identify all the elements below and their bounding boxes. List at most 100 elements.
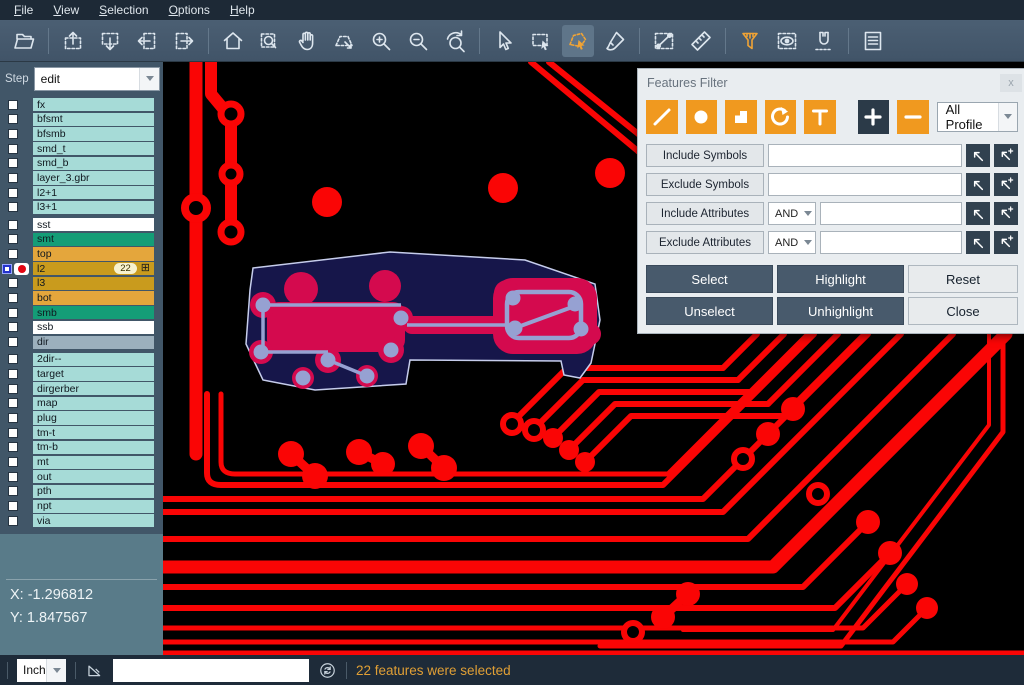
layer-checkbox[interactable] — [8, 220, 18, 230]
layer-checkbox[interactable] — [8, 202, 18, 212]
layer-checkbox[interactable] — [8, 322, 18, 332]
layer-name-cell[interactable]: bfsmt — [33, 113, 154, 126]
layer-row-pth[interactable]: pth — [0, 485, 163, 498]
exclude-minus-tool-icon[interactable] — [897, 100, 929, 134]
assign-arrow-icon[interactable] — [966, 173, 990, 196]
layer-row-tm-b[interactable]: tm-b — [0, 441, 163, 454]
layer-row-l3[interactable]: l3 — [0, 277, 163, 290]
menu-file[interactable]: File — [4, 1, 43, 19]
layer-checkbox[interactable] — [8, 337, 18, 347]
arc-tool-icon[interactable] — [765, 100, 797, 134]
include-attributes-logic-select[interactable]: AND — [768, 202, 816, 225]
step-select[interactable]: edit — [34, 67, 160, 91]
line-tool-icon[interactable] — [646, 100, 678, 134]
layer-row-dir[interactable]: dir — [0, 336, 163, 349]
layer-checkbox[interactable] — [8, 428, 18, 438]
layer-row-l2+1[interactable]: l2+1 — [0, 186, 163, 199]
layer-row-smb[interactable]: smb — [0, 306, 163, 319]
layer-name-cell[interactable]: l2+1 — [33, 186, 154, 199]
layer-checkbox[interactable] — [8, 234, 18, 244]
layer-row-smt[interactable]: smt — [0, 233, 163, 246]
select-arrow-icon[interactable] — [488, 25, 520, 57]
include-plus-tool-icon[interactable] — [858, 100, 890, 134]
layer-row-smd_b[interactable]: smd_b — [0, 157, 163, 170]
zoom-out-icon[interactable] — [402, 25, 434, 57]
layer-row-out[interactable]: out — [0, 470, 163, 483]
layer-row-l2[interactable]: l222⊞ — [0, 262, 163, 275]
layer-row-ssb[interactable]: ssb — [0, 321, 163, 334]
reset-button[interactable]: Reset — [908, 265, 1018, 293]
layer-checkbox[interactable] — [8, 173, 18, 183]
menu-options[interactable]: Options — [159, 1, 220, 19]
exclude-attributes-logic-select[interactable]: AND — [768, 231, 816, 254]
include-symbols-button[interactable]: Include Symbols — [646, 144, 764, 167]
layer-name-cell[interactable]: npt — [33, 500, 154, 513]
layer-checkbox[interactable] — [8, 369, 18, 379]
layer-name-cell[interactable]: l3 — [33, 277, 154, 290]
zoom-window-icon[interactable] — [254, 25, 286, 57]
assign-arrow-plus-icon[interactable] — [994, 231, 1018, 254]
menu-help[interactable]: Help — [220, 1, 265, 19]
feature-properties-icon[interactable] — [857, 25, 889, 57]
layer-row-plug[interactable]: plug — [0, 411, 163, 424]
layer-name-cell[interactable]: map — [33, 397, 154, 410]
layer-name-cell[interactable]: smd_b — [33, 157, 154, 170]
layer-checkbox[interactable] — [8, 486, 18, 496]
zoom-previous-icon[interactable] — [439, 25, 471, 57]
command-input[interactable] — [113, 659, 309, 682]
layer-name-cell[interactable]: tm-b — [33, 441, 154, 454]
pan-right-icon[interactable] — [168, 25, 200, 57]
exclude-attributes-input[interactable] — [820, 231, 962, 254]
text-tool-icon[interactable] — [804, 100, 836, 134]
profile-select[interactable]: All Profile — [937, 102, 1018, 132]
layer-name-cell[interactable]: via — [33, 514, 154, 527]
layer-checkbox[interactable] — [8, 114, 18, 124]
menu-selection[interactable]: Selection — [89, 1, 158, 19]
layer-checkbox[interactable] — [8, 442, 18, 452]
select-polygon-icon[interactable] — [562, 25, 594, 57]
chevron-down-icon[interactable] — [46, 659, 66, 682]
include-attributes-button[interactable]: Include Attributes — [646, 202, 764, 225]
layer-checkbox[interactable] — [8, 354, 18, 364]
layer-name-cell[interactable]: ssb — [33, 321, 154, 334]
layer-row-top[interactable]: top — [0, 247, 163, 260]
assign-arrow-plus-icon[interactable] — [994, 173, 1018, 196]
layer-row-sst[interactable]: sst — [0, 218, 163, 231]
assign-arrow-icon[interactable] — [966, 202, 990, 225]
layer-checkbox[interactable] — [8, 144, 18, 154]
layer-name-cell[interactable]: smt — [33, 233, 154, 246]
chevron-down-icon[interactable] — [139, 68, 159, 90]
layer-name-cell[interactable]: dirgerber — [33, 382, 154, 395]
grid-icon[interactable]: ⊞ — [141, 263, 150, 274]
units-select[interactable]: Inch — [17, 659, 66, 682]
measure-ruler-icon[interactable] — [685, 25, 717, 57]
layer-checkbox[interactable] — [8, 158, 18, 168]
pan-down-icon[interactable] — [94, 25, 126, 57]
layer-checkbox[interactable] — [8, 278, 18, 288]
select-rectangle-icon[interactable] — [525, 25, 557, 57]
layer-name-cell[interactable]: bfsmb — [33, 127, 154, 140]
assign-arrow-plus-icon[interactable] — [994, 144, 1018, 167]
snap-mode-icon[interactable] — [808, 25, 840, 57]
show-features-icon[interactable] — [771, 25, 803, 57]
layer-checkbox[interactable] — [8, 516, 18, 526]
unselect-button[interactable]: Unselect — [646, 297, 773, 325]
fill-brush-icon[interactable] — [599, 25, 631, 57]
active-layer-indicator[interactable] — [14, 263, 29, 275]
layer-name-cell[interactable]: layer_3.gbr — [33, 171, 154, 184]
measure-distance-icon[interactable] — [648, 25, 680, 57]
close-icon[interactable]: x — [1000, 74, 1022, 92]
layer-name-cell[interactable]: smb — [33, 306, 154, 319]
exclude-symbols-button[interactable]: Exclude Symbols — [646, 173, 764, 196]
layer-name-cell[interactable]: tm-t — [33, 426, 154, 439]
layer-name-cell[interactable]: mt — [33, 456, 154, 469]
features-filter-icon[interactable] — [734, 25, 766, 57]
close-button[interactable]: Close — [908, 297, 1018, 325]
select-button[interactable]: Select — [646, 265, 773, 293]
corner-mode-icon[interactable] — [85, 661, 104, 680]
zoom-selected-icon[interactable] — [328, 25, 360, 57]
dialog-titlebar[interactable]: Features Filter x — [638, 69, 1024, 95]
menu-view[interactable]: View — [43, 1, 89, 19]
layer-checkbox[interactable] — [8, 472, 18, 482]
layer-name-cell[interactable]: smd_t — [33, 142, 154, 155]
